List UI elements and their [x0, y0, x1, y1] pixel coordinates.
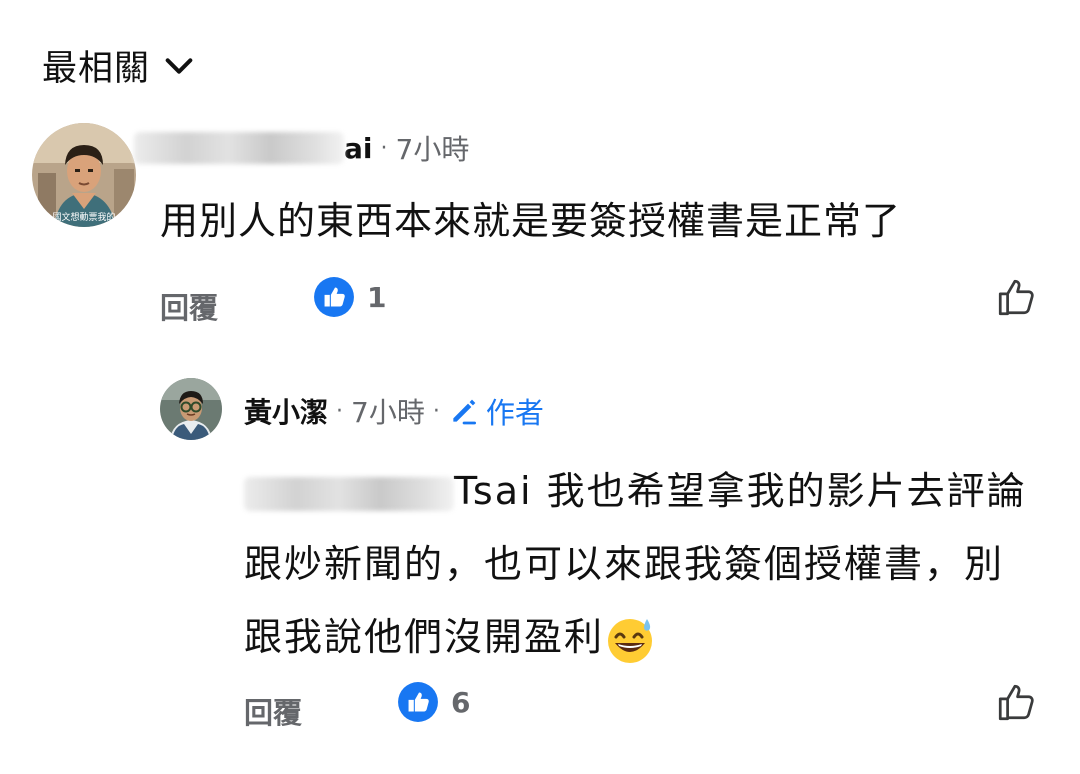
avatar-caption: 國文想動票我的 [52, 211, 115, 223]
author-badge-label: 作者 [485, 396, 544, 430]
grinning-sweat-emoji [608, 618, 653, 663]
author-badge: 作者 [448, 390, 544, 432]
like-count-value: 1 [367, 280, 387, 314]
mention-suffix[interactable]: Tsai [454, 469, 533, 513]
redacted-name [134, 132, 344, 164]
reply-text: Tsai 我也希望拿我的影片去評論跟炒新聞的，也可以來跟我簽個授權書，別跟我說他… [244, 455, 1034, 674]
comment-header: ai · 7小時 [134, 128, 469, 168]
separator-dot: · [432, 398, 440, 424]
redacted-mention [244, 476, 454, 511]
avatar-image [160, 378, 222, 440]
comment-time[interactable]: 7小時 [396, 128, 470, 168]
like-reaction-icon [398, 682, 438, 722]
author-name-suffix[interactable]: ai [344, 132, 373, 165]
reply-time[interactable]: 7小時 [351, 391, 425, 431]
avatar[interactable]: 國文想動票我的 [32, 123, 136, 227]
comment-text: 用別人的東西本來就是要簽授權書是正常了 [160, 199, 902, 243]
thumbs-up-icon[interactable] [995, 681, 1037, 723]
reply-author-name[interactable]: 黃小潔 [244, 391, 328, 431]
reply-button[interactable]: 回覆 [244, 690, 302, 732]
sort-dropdown[interactable]: 最相關 [42, 40, 196, 91]
like-count[interactable]: 6 [397, 681, 470, 723]
like-reaction-icon [314, 277, 354, 317]
thumbs-up-icon[interactable] [995, 276, 1037, 318]
separator-dot: · [380, 135, 388, 161]
chevron-down-icon [165, 57, 193, 74]
like-count-value: 6 [451, 685, 471, 719]
separator-dot: · [336, 398, 344, 424]
avatar-image: 國文想動票我的 [32, 123, 136, 227]
pencil-icon [453, 399, 476, 425]
like-count[interactable]: 1 [313, 276, 386, 318]
avatar[interactable] [160, 378, 222, 440]
sort-label: 最相關 [42, 49, 151, 89]
reply-button[interactable]: 回覆 [160, 285, 218, 327]
reply-header: 黃小潔 · 7小時 · 作者 [244, 390, 544, 432]
